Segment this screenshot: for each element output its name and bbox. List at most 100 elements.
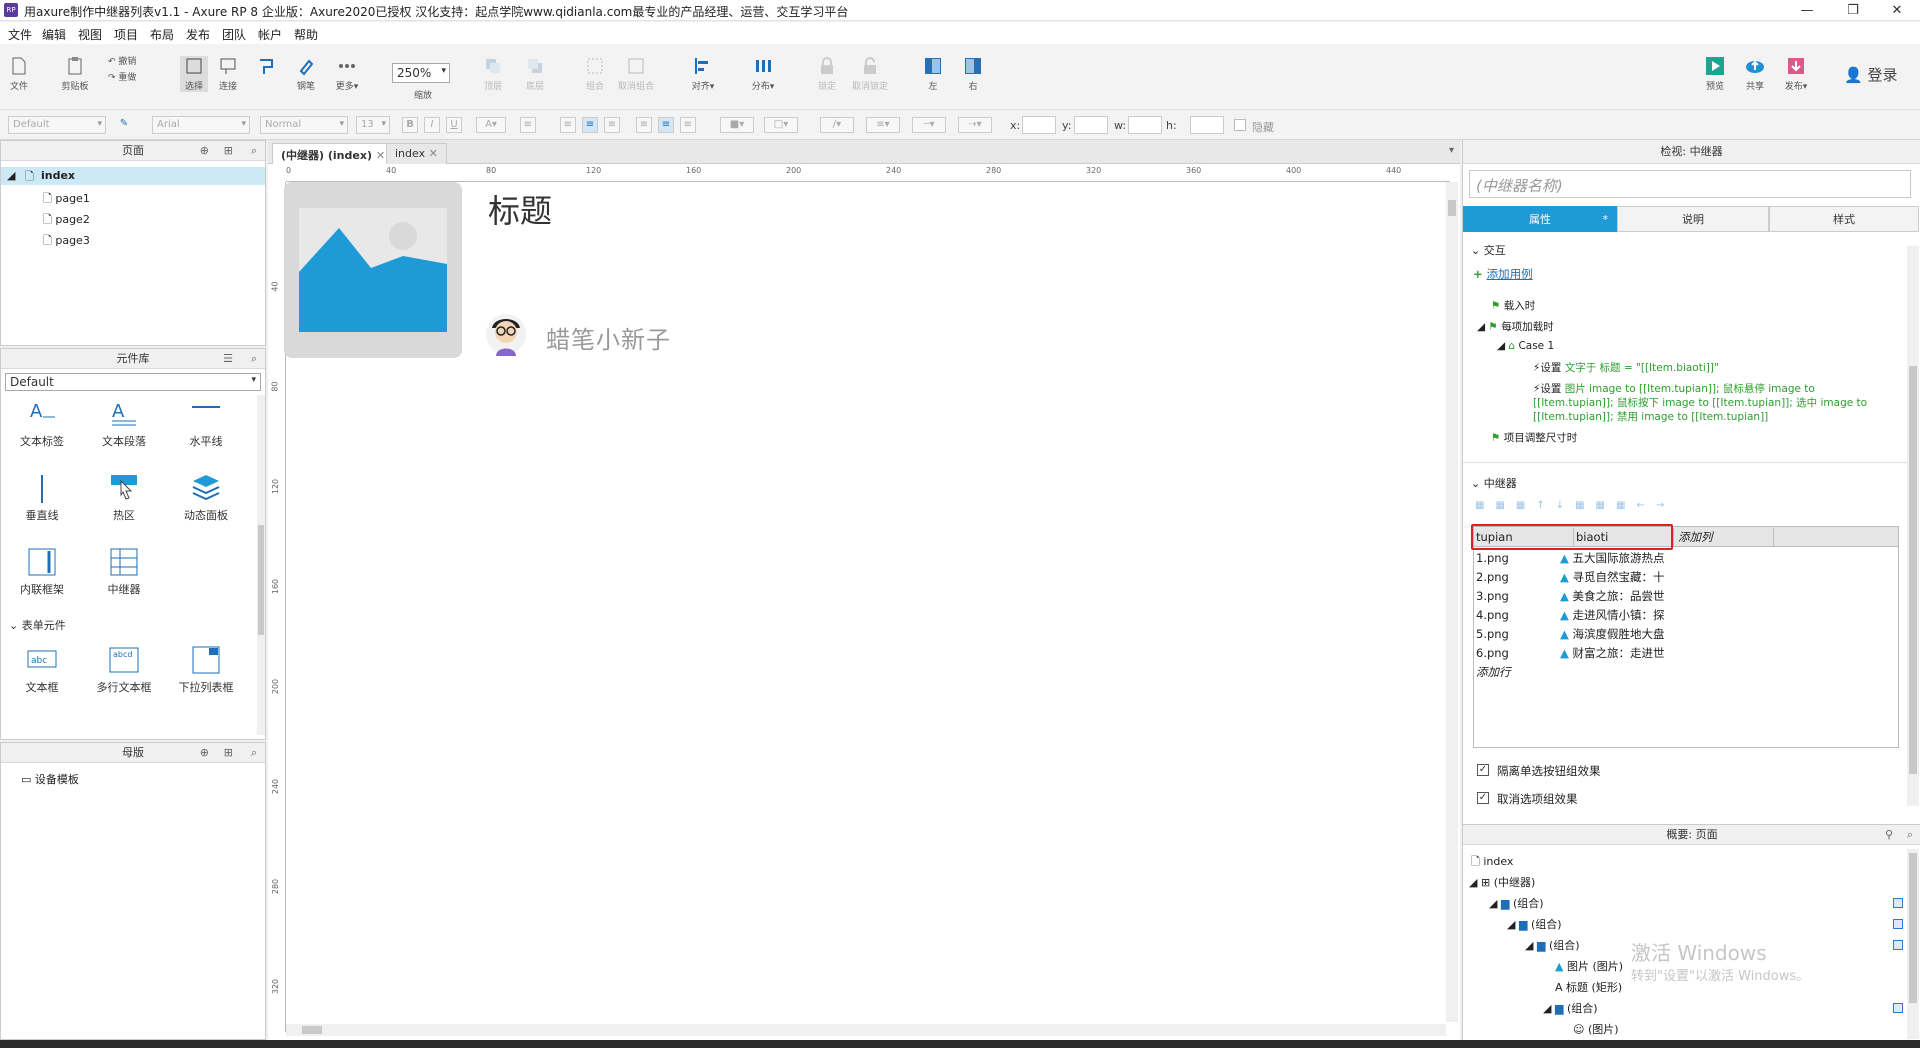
close-button[interactable]: ✕ xyxy=(1874,0,1920,21)
visibility-marker[interactable] xyxy=(1893,1003,1903,1013)
underline-icon[interactable]: U xyxy=(446,117,462,133)
image-placeholder[interactable] xyxy=(284,182,462,358)
align-text-right-icon[interactable]: ≡ xyxy=(604,117,620,133)
distribute-button[interactable]: 分布▾ xyxy=(748,56,778,92)
event-resize[interactable]: ⚑ 项目调整尺寸时 xyxy=(1491,430,1577,445)
add-case-link[interactable]: + 添加用例 xyxy=(1473,266,1533,282)
repeater-name-input[interactable]: (中继器名称) xyxy=(1469,170,1911,198)
unlock-button[interactable]: 取消锁定 xyxy=(848,56,892,92)
restore-button[interactable]: ❐ xyxy=(1830,0,1876,21)
repeater-toolbar[interactable]: ▦▦▦↑↓▦▦▦←→ xyxy=(1475,500,1735,512)
align-button[interactable]: 对齐▾ xyxy=(688,56,718,92)
master-item-device-template[interactable]: ▭ 设备模板 xyxy=(21,771,79,787)
left-button[interactable]: 左 xyxy=(920,56,946,92)
size-select[interactable]: 13 xyxy=(356,116,390,134)
file-button[interactable]: 文件 xyxy=(6,56,32,92)
h-input[interactable] xyxy=(1190,116,1224,134)
library-select[interactable]: Default ▾ xyxy=(5,373,261,391)
grid-cell[interactable]: 1.png xyxy=(1476,549,1572,567)
page-item-page3[interactable]: 🗋 page3 xyxy=(43,232,90,251)
page-item-index[interactable]: ◢ 🗋 index xyxy=(1,167,265,185)
line-color-icon[interactable]: ∕▾ xyxy=(820,117,854,133)
shadow-icon[interactable]: □▾ xyxy=(764,117,798,133)
search-icon[interactable]: ⌕ xyxy=(251,349,257,369)
widget-vertical-line[interactable]: 垂直线 xyxy=(7,473,77,523)
menu-view[interactable]: 视图 xyxy=(78,26,102,43)
search-icon[interactable]: ⌕ xyxy=(251,141,257,161)
more-button[interactable]: 更多▾ xyxy=(332,56,362,92)
author-name[interactable]: 蜡笔小新子 xyxy=(546,320,671,355)
bold-icon[interactable]: B xyxy=(402,117,418,133)
bullet-icon[interactable]: ≡ xyxy=(520,117,536,133)
widget-text-label[interactable]: A 文本标签 xyxy=(7,399,77,449)
avatar[interactable] xyxy=(486,312,526,356)
font-select[interactable]: Arial xyxy=(152,116,250,134)
align-text-left-icon[interactable]: ≡ xyxy=(560,117,576,133)
menu-help[interactable]: 帮助 xyxy=(294,26,318,43)
italic-icon[interactable]: I xyxy=(424,117,440,133)
outline-item-image[interactable]: ▲ 图片 (图片) xyxy=(1555,958,1623,974)
add-folder-icon[interactable]: ⊞ xyxy=(224,141,233,161)
menu-account[interactable]: 帐户 xyxy=(258,26,282,43)
line-width-icon[interactable]: ≡▾ xyxy=(866,117,900,133)
add-row[interactable]: 添加行 xyxy=(1476,663,1572,681)
widget-text-field[interactable]: abc 文本框 xyxy=(7,645,77,695)
inspector-scrollbar[interactable] xyxy=(1907,246,1919,806)
right-button[interactable]: 右 xyxy=(960,56,986,92)
bring-top-button[interactable]: 顶层 xyxy=(478,56,508,92)
group-button[interactable]: 组合 xyxy=(580,56,610,92)
weight-select[interactable]: Normal xyxy=(260,116,348,134)
menu-team[interactable]: 团队 xyxy=(222,26,246,43)
pen-button[interactable]: 钢笔 xyxy=(292,56,320,92)
widget-horizontal-line[interactable]: 水平线 xyxy=(171,399,241,449)
ungroup-button[interactable]: 取消组合 xyxy=(614,56,658,92)
widget-text-paragraph[interactable]: A 文本段落 xyxy=(89,399,159,449)
close-icon[interactable]: ✕ xyxy=(429,147,438,160)
send-bottom-button[interactable]: 底层 xyxy=(520,56,550,92)
zoom-select[interactable]: 250% ▾ xyxy=(392,63,450,83)
menu-project[interactable]: 项目 xyxy=(114,26,138,43)
event-onload[interactable]: ⚑ 载入时 xyxy=(1491,298,1535,313)
widget-text-area[interactable]: abcd 多行文本框 xyxy=(89,645,159,695)
grid-cell[interactable]: ▲ 五大国际旅游热点 xyxy=(1560,549,1678,567)
library-scrollbar[interactable] xyxy=(257,395,265,735)
close-icon[interactable]: ✕ xyxy=(376,149,385,162)
tab-notes[interactable]: 说明 xyxy=(1617,206,1769,232)
line-style-icon[interactable]: ┄▾ xyxy=(912,117,946,133)
lock-button[interactable]: 锁定 xyxy=(812,56,842,92)
deselect-group-checkbox[interactable]: ✓ xyxy=(1477,792,1489,804)
heading-text[interactable]: 标题 xyxy=(488,186,552,232)
repeater-section[interactable]: ⌄ 中继器 xyxy=(1471,475,1517,491)
tabs-dropdown-icon[interactable]: ▾ xyxy=(1449,145,1454,156)
repeater-dataset-grid[interactable]: tupian biaoti 添加列 1.png ▲ 五大国际旅游热点 2.png… xyxy=(1471,524,1899,748)
minimize-button[interactable]: — xyxy=(1784,0,1830,21)
redo-button[interactable]: ↷ 重做 xyxy=(108,70,148,83)
canvas-vertical-scrollbar[interactable] xyxy=(1446,182,1458,1022)
form-widgets-section[interactable]: ⌄ 表单元件 xyxy=(9,617,66,633)
undo-button[interactable]: ↶ 撤销 xyxy=(108,54,148,67)
grid-cell[interactable]: 3.png xyxy=(1476,587,1572,605)
grid-cell[interactable]: ▲ 财富之旅：走进世 xyxy=(1560,644,1678,662)
isolate-radio-checkbox[interactable]: ✓ xyxy=(1477,764,1489,776)
tab-repeater-index[interactable]: (中继器) (index) ✕ xyxy=(272,143,395,164)
preview-button[interactable]: 预览 xyxy=(1700,56,1730,92)
filter-icon[interactable]: ⚲ xyxy=(1885,825,1893,845)
menu-publish[interactable]: 发布 xyxy=(186,26,210,43)
style-editor-icon[interactable]: ✎ xyxy=(116,117,132,133)
search-icon[interactable]: ⌕ xyxy=(251,743,257,763)
widget-droplist[interactable]: 下拉列表框 xyxy=(171,645,241,695)
canvas-horizontal-scrollbar[interactable] xyxy=(286,1024,1446,1036)
menu-icon[interactable]: ☰ xyxy=(223,349,233,369)
grid-cell[interactable]: 2.png xyxy=(1476,568,1572,586)
widget-hotspot[interactable]: 热区 xyxy=(89,473,159,523)
connector-button[interactable] xyxy=(252,56,280,79)
outline-item-group[interactable]: ◢ ▆ (组合) xyxy=(1525,937,1580,953)
menu-edit[interactable]: 编辑 xyxy=(42,26,66,43)
style-select[interactable]: Default xyxy=(8,116,106,134)
visibility-marker[interactable] xyxy=(1893,898,1903,908)
action-set-text[interactable]: ⚡设置 文字于 标题 = "[[Item.biaoti]]" xyxy=(1533,360,1719,375)
add-page-icon[interactable]: ⊕ xyxy=(200,141,209,161)
search-icon[interactable]: ⌕ xyxy=(1907,825,1913,845)
y-input[interactable] xyxy=(1074,116,1108,134)
x-input[interactable] xyxy=(1022,116,1056,134)
